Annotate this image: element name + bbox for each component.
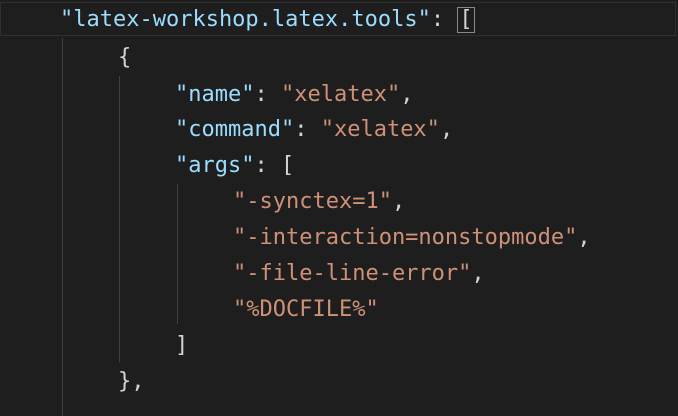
- colon: :: [430, 7, 458, 32]
- colon: :: [254, 153, 281, 178]
- property-key: "name": [175, 82, 255, 107]
- code-line: "%DOCFILE%": [233, 292, 379, 328]
- indent-guide: [177, 184, 178, 324]
- comma: ,: [577, 225, 591, 250]
- comma: ,: [391, 189, 406, 214]
- code-line: "-file-line-error",: [233, 256, 485, 292]
- property-key: "args": [175, 153, 255, 178]
- code-line: "-synctex=1",: [233, 184, 405, 220]
- code-line: "-interaction=nonstopmode",: [233, 220, 591, 256]
- code-line: "command": "xelatex",: [175, 112, 453, 148]
- indent-guide: [119, 76, 120, 362]
- property-key: "command": [175, 117, 295, 142]
- string-value: "-interaction=nonstopmode": [233, 225, 578, 250]
- code-line: },: [118, 364, 145, 400]
- string-value: "-synctex=1": [233, 189, 392, 214]
- string-value: "%DOCFILE%": [233, 297, 379, 322]
- comma: ,: [471, 261, 485, 286]
- indent-guide: [62, 38, 63, 416]
- code-line: "latex-workshop.latex.tools": [: [60, 2, 475, 38]
- code-line: ]: [175, 328, 188, 364]
- string-value: "xelatex": [280, 82, 401, 107]
- open-brace: {: [118, 45, 132, 70]
- code-line: "name": "xelatex",: [175, 77, 413, 113]
- comma: ,: [400, 82, 414, 107]
- close-brace: },: [118, 369, 145, 394]
- code-editor[interactable]: "latex-workshop.latex.tools": [ { "name"…: [0, 0, 678, 416]
- code-line: "args": [: [175, 148, 294, 184]
- close-bracket: ]: [175, 333, 189, 358]
- code-line: {: [118, 40, 131, 76]
- property-key: "latex-workshop.latex.tools": [60, 7, 431, 32]
- string-value: "-file-line-error": [233, 261, 472, 286]
- matched-bracket: [: [457, 7, 475, 33]
- open-bracket: [: [280, 153, 295, 178]
- colon: :: [294, 117, 321, 142]
- colon: :: [254, 82, 281, 107]
- string-value: "xelatex": [320, 117, 440, 142]
- comma: ,: [439, 117, 454, 142]
